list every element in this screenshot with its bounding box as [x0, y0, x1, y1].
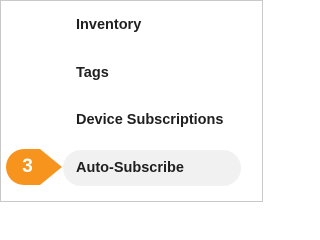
nav-item-inventory[interactable]: Inventory — [63, 7, 241, 43]
nav-item-label: Tags — [76, 65, 109, 81]
side-nav-panel: Inventory Tags Device Subscriptions Auto… — [0, 0, 263, 202]
nav-item-label: Auto-Subscribe — [76, 160, 184, 176]
nav-item-auto-subscribe[interactable]: Auto-Subscribe — [63, 150, 241, 186]
nav-item-device-subscriptions[interactable]: Device Subscriptions — [63, 102, 241, 138]
nav-item-label: Device Subscriptions — [76, 112, 224, 128]
step-number: 3 — [22, 156, 33, 177]
nav-item-label: Inventory — [76, 17, 142, 33]
nav-item-tags[interactable]: Tags — [63, 55, 241, 91]
